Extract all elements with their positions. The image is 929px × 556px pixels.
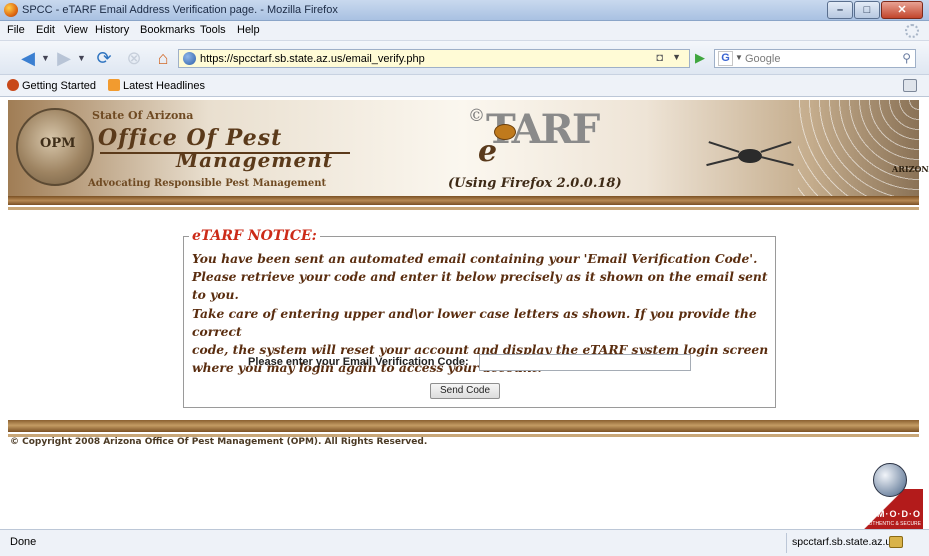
comodo-secure-seal[interactable]: C·O·M·O·D·O AUTHENTIC & SECURE bbox=[849, 453, 923, 529]
spider-icon bbox=[702, 140, 798, 170]
notice-fieldset: eTARF NOTICE: You have been sent an auto… bbox=[183, 228, 776, 408]
send-code-button[interactable]: Send Code bbox=[430, 383, 500, 399]
comodo-subtitle: AUTHENTIC & SECURE bbox=[865, 521, 921, 527]
url-bar[interactable]: https://spcctarf.sb.state.az.us/email_ve… bbox=[178, 49, 690, 68]
opm-seal-logo: OPM bbox=[16, 108, 94, 186]
url-text[interactable]: https://spcctarf.sb.state.az.us/email_ve… bbox=[200, 53, 425, 65]
status-bar: Done spcctarf.sb.state.az.us bbox=[0, 529, 929, 556]
arizona-logo: ARIZONA bbox=[892, 164, 929, 174]
site-banner: OPM State Of Arizona Office Of Pest Mana… bbox=[8, 100, 929, 196]
search-engine-icon[interactable]: G bbox=[718, 51, 733, 66]
page-content: OPM State Of Arizona Office Of Pest Mana… bbox=[0, 97, 929, 529]
bookmarks-toolbar: Getting Started Latest Headlines bbox=[0, 75, 929, 97]
window-titlebar: SPCC - eTARF Email Address Verification … bbox=[0, 0, 929, 21]
verification-code-input[interactable] bbox=[479, 354, 691, 371]
header-divider-bar bbox=[8, 196, 919, 205]
search-magnifier-icon[interactable]: ⚲ bbox=[902, 51, 911, 65]
site-identity-icon[interactable] bbox=[183, 52, 196, 65]
maximize-button[interactable]: □ bbox=[854, 1, 880, 19]
close-button[interactable]: ✕ bbox=[881, 1, 923, 19]
menu-edit[interactable]: Edit bbox=[36, 24, 55, 36]
browser-version-note: (Using Firefox 2.0.0.18) bbox=[448, 176, 622, 191]
header-divider-line bbox=[8, 207, 919, 210]
globe-icon bbox=[873, 463, 907, 497]
menu-file[interactable]: File bbox=[7, 24, 25, 36]
print-icon[interactable] bbox=[903, 79, 917, 92]
spider-leg bbox=[708, 141, 740, 153]
bookmark-getting-started[interactable]: Getting Started bbox=[7, 79, 96, 92]
etarf-e: e bbox=[478, 134, 498, 169]
spider-leg bbox=[706, 155, 740, 167]
spider-body bbox=[738, 149, 762, 163]
spider-leg bbox=[760, 141, 792, 153]
bookmark-label: Getting Started bbox=[22, 80, 96, 92]
etarf-copyright-symbol: © bbox=[468, 106, 485, 126]
forward-arrow-icon[interactable]: ▶ bbox=[52, 47, 76, 69]
stop-icon[interactable]: ⊗ bbox=[122, 47, 146, 69]
padlock-icon[interactable] bbox=[889, 536, 903, 548]
menu-tools[interactable]: Tools bbox=[200, 24, 226, 36]
notice-line: Take care of entering upper and\or lower… bbox=[192, 305, 757, 339]
menu-history[interactable]: History bbox=[95, 24, 129, 36]
seal-text: OPM bbox=[40, 136, 76, 151]
rss-feed-icon bbox=[108, 79, 120, 91]
bookmark-star-icon[interactable]: ◘ bbox=[656, 52, 663, 64]
firefox-icon bbox=[4, 3, 18, 17]
status-host: spcctarf.sb.state.az.us bbox=[792, 536, 897, 548]
insect-icon bbox=[494, 124, 516, 140]
banner-tagline: Advocating Responsible Pest Management bbox=[88, 178, 327, 189]
verification-code-label: Please enter your Email Verification Cod… bbox=[248, 356, 469, 368]
firefox-bookmark-icon bbox=[7, 79, 19, 91]
menu-view[interactable]: View bbox=[64, 24, 88, 36]
notice-line: You have been sent an automated email co… bbox=[192, 251, 758, 266]
bookmark-latest-headlines[interactable]: Latest Headlines bbox=[108, 79, 205, 92]
state-of-arizona-text: State Of Arizona bbox=[92, 109, 194, 122]
home-icon[interactable]: ⌂ bbox=[151, 47, 175, 69]
footer-divider-bar bbox=[8, 420, 919, 432]
search-placeholder[interactable]: Google bbox=[745, 53, 780, 65]
back-arrow-icon[interactable]: ◀ bbox=[16, 47, 40, 69]
minimize-button[interactable]: – bbox=[827, 1, 853, 19]
search-engine-dropdown-icon[interactable]: ▼ bbox=[735, 53, 743, 62]
back-history-dropdown-icon[interactable]: ▼ bbox=[41, 47, 50, 69]
reload-icon[interactable]: ⟳ bbox=[92, 47, 116, 69]
comodo-word: C·O·M·O·D·O bbox=[853, 509, 921, 519]
navigation-toolbar: ◀ ▼ ▶ ▼ ⟳ ⊗ ⌂ https://spcctarf.sb.state.… bbox=[0, 41, 929, 75]
copyright-text: © Copyright 2008 Arizona Office Of Pest … bbox=[10, 437, 428, 447]
window-title: SPCC - eTARF Email Address Verification … bbox=[22, 4, 338, 16]
window-controls: – □ ✕ bbox=[826, 1, 923, 19]
status-separator bbox=[786, 533, 787, 553]
menu-help[interactable]: Help bbox=[237, 24, 260, 36]
search-box[interactable]: G ▼ Google ⚲ bbox=[714, 49, 916, 68]
throbber-icon bbox=[905, 24, 919, 38]
office-title-line2: Management bbox=[176, 148, 333, 172]
etarf-logo: © TARF e bbox=[468, 104, 600, 174]
notice-line: Please retrieve your code and enter it b… bbox=[192, 269, 768, 303]
url-dropdown-icon[interactable]: ▼ bbox=[672, 52, 681, 62]
spider-leg bbox=[760, 155, 794, 167]
status-text: Done bbox=[10, 536, 37, 548]
forward-history-dropdown-icon[interactable]: ▼ bbox=[77, 47, 86, 69]
menu-bar: File Edit View History Bookmarks Tools H… bbox=[0, 21, 929, 41]
bookmark-label: Latest Headlines bbox=[123, 80, 205, 92]
go-arrow-icon[interactable]: ▶ bbox=[695, 49, 709, 67]
menu-bookmarks[interactable]: Bookmarks bbox=[140, 24, 195, 36]
notice-title: eTARF NOTICE: bbox=[189, 228, 320, 244]
